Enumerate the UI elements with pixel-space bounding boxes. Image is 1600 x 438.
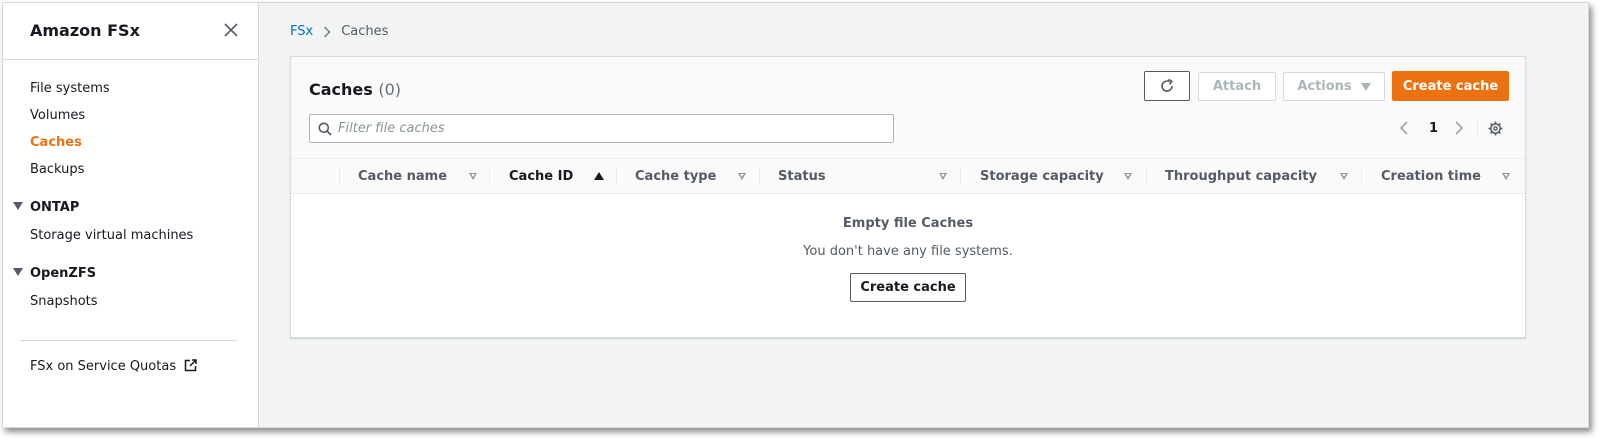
column-header-creation-time[interactable]: Creation time [1381, 159, 1481, 194]
title-text: Caches [309, 80, 373, 99]
chevron-right-icon [324, 26, 331, 37]
table-header-row: Cache name Cache ID Cache type Status St… [291, 159, 1525, 194]
column-header-cache-type[interactable]: Cache type [635, 159, 716, 194]
column-header-cache-name[interactable]: Cache name [358, 159, 447, 194]
column-divider [339, 168, 340, 185]
next-page-icon[interactable] [1454, 121, 1464, 135]
refresh-button[interactable] [1144, 71, 1190, 101]
column-header-status[interactable]: Status [778, 159, 826, 194]
sidebar-item-snapshots[interactable]: Snapshots [30, 294, 98, 309]
app-window: Amazon FSx File systems Volumes Caches B… [2, 2, 1589, 428]
service-quotas-label: FSx on Service Quotas [30, 359, 177, 374]
sort-icon[interactable] [469, 173, 477, 180]
filter-search-box [309, 114, 894, 143]
create-cache-button[interactable]: Create cache [1392, 71, 1509, 101]
service-quotas-link[interactable]: FSx on Service Quotas [30, 359, 197, 374]
sort-icon[interactable] [1502, 173, 1510, 180]
caret-down-icon [1360, 82, 1371, 91]
breadcrumb-fsx[interactable]: FSx [290, 24, 313, 39]
breadcrumb: FSx Caches [290, 24, 388, 39]
table-header-area: Caches (0) Attach Actions Create cache F… [291, 57, 1525, 159]
external-link-icon [184, 359, 197, 372]
column-header-storage-capacity[interactable]: Storage capacity [980, 159, 1104, 194]
sidebar-item-volumes[interactable]: Volumes [30, 108, 85, 123]
sidebar-item-backups[interactable]: Backups [30, 162, 84, 177]
item-count: (0) [378, 80, 402, 99]
close-icon[interactable] [223, 22, 239, 38]
sidebar-section-ontap[interactable]: ONTAP [13, 200, 79, 215]
service-title[interactable]: Amazon FSx [30, 21, 140, 40]
column-header-throughput-capacity[interactable]: Throughput capacity [1165, 159, 1317, 194]
column-divider [1361, 168, 1362, 185]
sort-icon[interactable] [1340, 173, 1348, 180]
section-label: ONTAP [30, 200, 80, 215]
column-divider [960, 168, 961, 185]
previous-page-icon[interactable] [1399, 121, 1409, 135]
sidebar-item-caches[interactable]: Caches [30, 135, 82, 150]
sidebar-item-file-systems[interactable]: File systems [30, 81, 110, 96]
empty-create-cache-button[interactable]: Create cache [850, 273, 966, 302]
gear-icon[interactable] [1488, 121, 1503, 136]
filter-file-caches-input[interactable] [338, 117, 878, 140]
actions-label: Actions [1297, 79, 1352, 94]
column-divider [759, 168, 760, 185]
sort-icon[interactable] [738, 173, 746, 180]
column-divider [489, 168, 490, 185]
column-divider [616, 168, 617, 185]
sort-ascending-icon[interactable] [594, 172, 604, 180]
sidebar-item-storage-virtual-machines[interactable]: Storage virtual machines [30, 228, 193, 243]
column-divider [1146, 168, 1147, 185]
attach-button[interactable]: Attach [1198, 72, 1276, 101]
side-navigation: Amazon FSx File systems Volumes Caches B… [3, 3, 259, 427]
empty-state-title: Empty file Caches [842, 216, 974, 231]
actions-dropdown-button[interactable]: Actions [1283, 72, 1385, 101]
sort-icon[interactable] [1124, 173, 1132, 180]
section-label: OpenZFS [30, 266, 97, 281]
sort-icon[interactable] [939, 173, 947, 180]
pagination-divider [1477, 117, 1478, 139]
page-number[interactable]: 1 [1429, 121, 1438, 136]
column-header-cache-id[interactable]: Cache ID [509, 159, 573, 194]
sidebar-divider [20, 340, 237, 341]
caches-table-container: Caches (0) Attach Actions Create cache F… [290, 56, 1526, 338]
caret-down-icon [13, 202, 23, 210]
search-icon [318, 122, 332, 136]
caret-down-icon [13, 268, 23, 276]
page-title: Caches (0) [309, 80, 401, 99]
sidebar-section-openzfs[interactable]: OpenZFS [13, 266, 96, 281]
refresh-icon [1161, 78, 1173, 92]
breadcrumb-current: Caches [341, 24, 389, 39]
sidebar-header: Amazon FSx [3, 3, 258, 60]
empty-state-description: You don't have any file systems. [803, 244, 1013, 259]
